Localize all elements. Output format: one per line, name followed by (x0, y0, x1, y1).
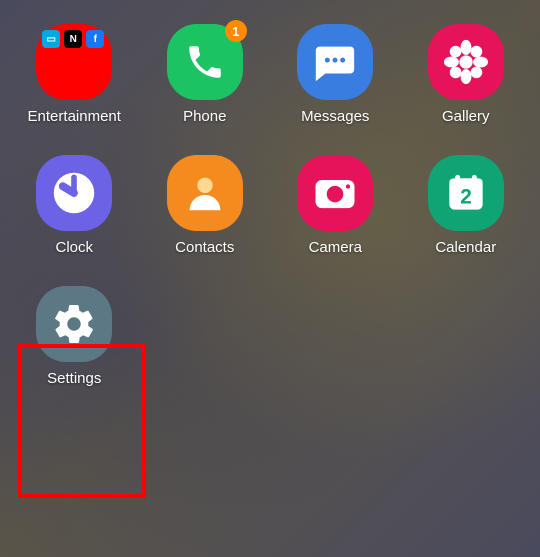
calendar-icon: 2 (428, 155, 504, 231)
app-calendar[interactable]: 2 Calendar (416, 155, 516, 256)
app-label: Gallery (442, 108, 490, 125)
app-gallery[interactable]: Gallery (416, 24, 516, 125)
clock-icon (36, 155, 112, 231)
notification-badge: 1 (225, 20, 247, 42)
app-label: Entertainment (28, 108, 121, 125)
app-label: Phone (183, 108, 226, 125)
app-label: Messages (301, 108, 369, 125)
app-grid: ▭ N f Entertainment 1 Phone Messages Gal… (0, 0, 540, 411)
folder-mini-prime: ▭ (42, 30, 60, 48)
app-entertainment-folder[interactable]: ▭ N f Entertainment (24, 24, 124, 125)
app-phone[interactable]: 1 Phone (155, 24, 255, 125)
camera-icon (297, 155, 373, 231)
svg-text:2: 2 (460, 185, 472, 208)
messages-icon (297, 24, 373, 100)
phone-icon: 1 (167, 24, 243, 100)
folder-mini-netflix: N (64, 30, 82, 48)
folder-mini-facebook: f (86, 30, 104, 48)
app-settings[interactable]: Settings (24, 286, 124, 387)
settings-icon (36, 286, 112, 362)
app-messages[interactable]: Messages (285, 24, 385, 125)
app-label: Clock (55, 239, 93, 256)
gallery-icon (428, 24, 504, 100)
app-contacts[interactable]: Contacts (155, 155, 255, 256)
app-camera[interactable]: Camera (285, 155, 385, 256)
app-label: Calendar (435, 239, 496, 256)
app-label: Contacts (175, 239, 234, 256)
app-clock[interactable]: Clock (24, 155, 124, 256)
folder-icon: ▭ N f (36, 24, 112, 100)
app-label: Settings (47, 370, 101, 387)
app-label: Camera (309, 239, 362, 256)
contacts-icon (167, 155, 243, 231)
